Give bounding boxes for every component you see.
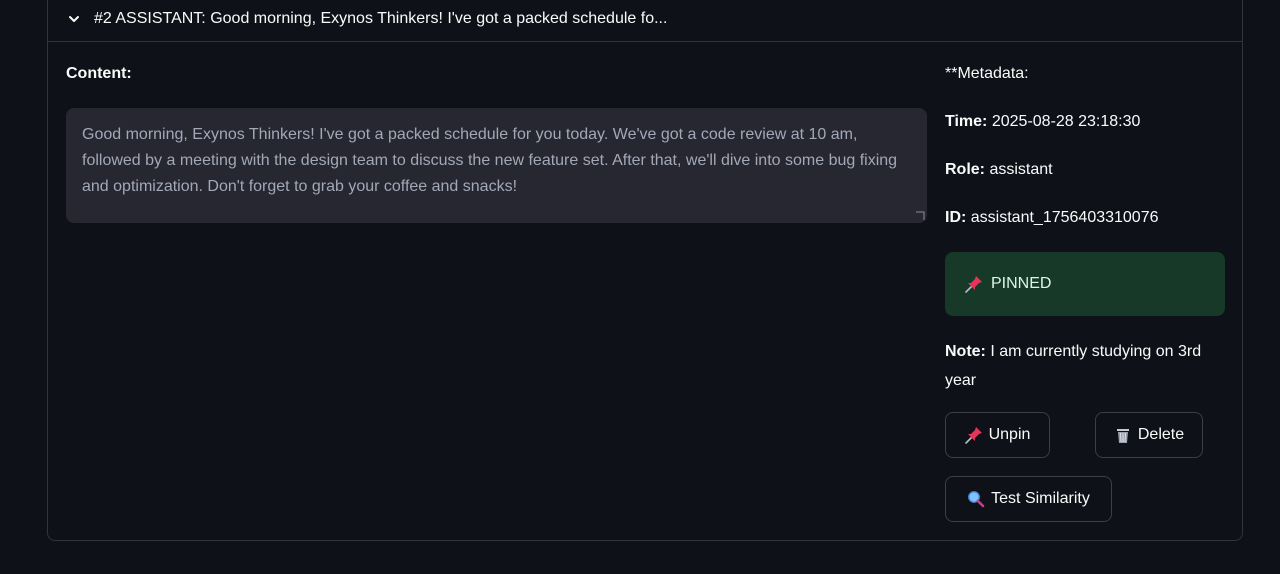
content-label: Content: [66, 65, 132, 82]
id-row: ID: assistant_1756403310076 [945, 208, 1159, 228]
role-value: assistant [989, 161, 1053, 178]
resize-handle-icon[interactable] [915, 211, 925, 221]
expander-header[interactable]: #2 ASSISTANT: Good morning, Exynos Think… [48, 0, 1242, 42]
unpin-button[interactable]: Unpin [945, 412, 1050, 458]
pushpin-icon [965, 276, 982, 293]
expander-title[interactable]: #2 ASSISTANT: Good morning, Exynos Think… [94, 9, 667, 29]
time-label: Time: [945, 113, 988, 130]
content-textarea[interactable]: Good morning, Exynos Thinkers! I've got … [66, 108, 927, 223]
content-text: Good morning, Exynos Thinkers! I've got … [82, 126, 898, 195]
note-label: Note: [945, 343, 986, 360]
pushpin-icon [964, 427, 982, 444]
pinned-status-badge: PINNED [945, 252, 1225, 316]
unpin-label: Unpin [988, 426, 1031, 443]
chevron-down-icon[interactable] [68, 14, 80, 24]
id-label: ID: [945, 209, 967, 226]
wastebasket-icon [1116, 429, 1129, 443]
magnifying-glass-icon [968, 491, 985, 508]
pinned-label: PINNED [991, 275, 1052, 292]
id-value: assistant_1756403310076 [970, 209, 1159, 226]
time-row: Time: 2025-08-28 23:18:30 [945, 112, 1140, 132]
role-row: Role: assistant [945, 160, 1053, 180]
test-similarity-label: Test Similarity [991, 490, 1090, 507]
test-similarity-button[interactable]: Test Similarity [945, 476, 1112, 522]
role-label: Role: [945, 161, 985, 178]
delete-label: Delete [1137, 426, 1185, 443]
delete-button[interactable]: Delete [1095, 412, 1203, 458]
note-text: Note: I am currently studying on 3rd yea… [945, 337, 1230, 395]
metadata-heading: **Metadata: [945, 65, 1029, 82]
time-value: 2025-08-28 23:18:30 [991, 113, 1141, 130]
